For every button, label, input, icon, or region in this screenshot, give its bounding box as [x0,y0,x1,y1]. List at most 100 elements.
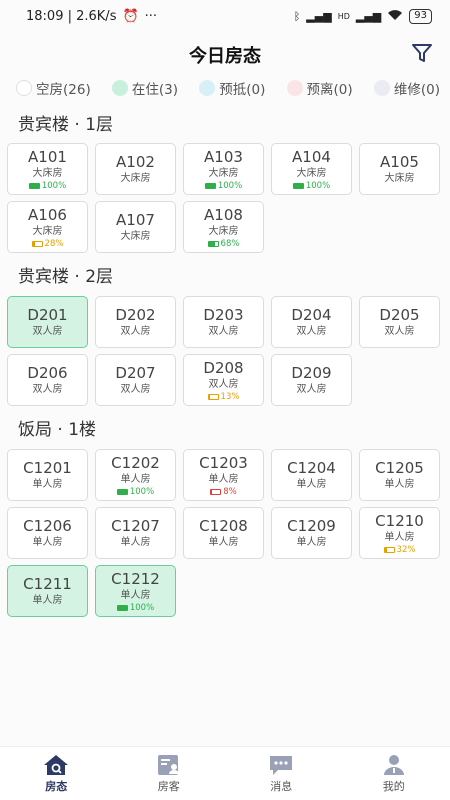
legend-label: 在住(3) [131,82,179,98]
room-card[interactable]: D201 双人房 [7,296,88,348]
room-type: 单人房 [384,479,415,490]
room-number: C1211 [23,575,72,593]
room-card[interactable]: C1211 单人房 [7,565,88,617]
signal-icon-2: ▂▄▆ [355,9,382,23]
battery-percent: 28% [44,238,64,249]
room-grid-vip-1f: A101 大床房 100% A102 大床房 A103 大床房 100% A104 大床房 100%… [7,143,443,253]
room-card[interactable]: C1201 单人房 [7,449,88,501]
tab-label: 我的 [382,779,405,793]
room-type: 双人房 [208,326,239,337]
wifi-icon [387,9,403,24]
more-status-icon: ··· [144,8,158,24]
signal-icon: ▂▄▆ [306,9,332,23]
room-type: 双人房 [208,378,239,390]
tab-label: 房态 [45,779,68,793]
room-type: 单人房 [32,479,63,490]
room-card[interactable]: C1206 单人房 [7,507,88,559]
room-type: 大床房 [32,225,63,237]
room-type: 大床房 [120,231,151,242]
room-number: C1203 [199,453,248,472]
room-type: 双人房 [296,384,327,395]
section-title-restaurant-1f: 饭局 · 1楼 [18,420,97,440]
room-card[interactable]: D203 双人房 [183,296,264,348]
room-card[interactable]: C1205 单人房 [359,449,440,501]
tab-guests[interactable]: 房客 [113,747,226,800]
profile-icon [383,754,404,775]
room-card[interactable]: A107 大床房 [95,201,176,253]
room-card[interactable]: A103 大床房 100% [183,143,264,195]
legend-swatch [199,80,216,96]
lock-battery: 28% [31,238,64,249]
room-card[interactable]: C1203 单人房 8% [183,449,264,501]
room-type: 大床房 [208,167,239,179]
room-card[interactable]: D209 双人房 [271,354,352,406]
room-number: A107 [116,211,155,229]
room-number: A105 [380,153,419,171]
legend-swatch [373,80,390,96]
filter-icon[interactable] [410,41,434,65]
legend-item[interactable]: 空房(26) [16,78,91,98]
room-type: 单人房 [208,537,239,548]
tab-profile[interactable]: 我的 [338,747,450,800]
room-card[interactable]: C1208 单人房 [183,507,264,559]
room-number: D204 [291,306,332,324]
room-card[interactable]: A106 大床房 28% [7,201,88,253]
room-card[interactable]: A102 大床房 [95,143,176,195]
room-number: C1209 [287,517,336,535]
room-card[interactable]: A105 大床房 [359,143,440,195]
battery-percent: 100% [129,602,155,613]
legend-item[interactable]: 预抵(0) [199,78,265,98]
battery-percent: 100% [41,180,67,191]
room-type: 单人房 [120,473,151,485]
lock-battery: 100% [116,487,154,497]
bottom-tab-bar: 房态 房客 消息 我的 [0,746,450,800]
legend-label: 空房(26) [36,82,91,98]
room-card[interactable]: C1204 单人房 [271,449,352,501]
room-card[interactable]: D205 双人房 [359,296,440,348]
room-type: 双人房 [32,326,63,337]
room-card[interactable]: C1202 单人房 100% [95,449,176,501]
room-type: 大床房 [120,173,151,184]
legend-item[interactable]: 在住(3) [111,78,179,98]
app-header: 今日房态 [0,36,450,72]
legend-swatch [286,80,303,96]
battery-icon [207,240,219,247]
room-number: A103 [204,147,243,166]
room-card[interactable]: C1209 单人房 [271,507,352,559]
lock-battery: 13% [207,392,239,402]
room-type: 双人房 [120,326,151,337]
room-card[interactable]: A104 大床房 100% [271,143,352,195]
room-card[interactable]: D202 双人房 [95,296,176,348]
legend-label: 预离(0) [306,82,353,98]
room-type: 双人房 [296,326,327,337]
room-number: D203 [203,306,244,324]
room-number: C1201 [23,459,72,477]
legend-item[interactable]: 预离(0) [286,78,353,98]
tab-messages[interactable]: 消息 [225,747,338,800]
room-number: A106 [28,205,67,224]
battery-icon [204,182,216,189]
room-card[interactable]: C1212 单人房 100% [95,565,176,617]
room-number: A101 [28,147,67,166]
alarm-icon: ⏰ [122,8,139,24]
room-number: A102 [116,153,155,171]
room-card[interactable]: D206 双人房 [7,354,88,406]
legend-item[interactable]: 维修(0) [373,78,440,98]
room-card[interactable]: D207 双人房 [95,354,176,406]
room-card[interactable]: C1207 单人房 [95,507,176,559]
room-number: D209 [291,364,332,382]
room-card[interactable]: D208 双人房 13% [183,354,264,406]
battery-percent: 68% [220,238,240,249]
room-card[interactable]: D204 双人房 [271,296,352,348]
room-number: C1204 [287,459,336,477]
room-card[interactable]: C1210 单人房 32% [359,507,440,559]
room-number: A104 [292,147,331,166]
battery-indicator: 93 [409,8,432,24]
room-card[interactable]: A108 大床房 68% [183,201,264,253]
tab-room-status[interactable]: 房态 [0,747,113,800]
status-legend: 空房(26) 在住(3) 预抵(0) 预离(0) 维修(0) [16,78,440,98]
lock-battery: 100% [204,181,242,191]
legend-label: 维修(0) [393,82,440,98]
room-card[interactable]: A101 大床房 100% [7,143,88,195]
room-number: D208 [203,358,244,377]
